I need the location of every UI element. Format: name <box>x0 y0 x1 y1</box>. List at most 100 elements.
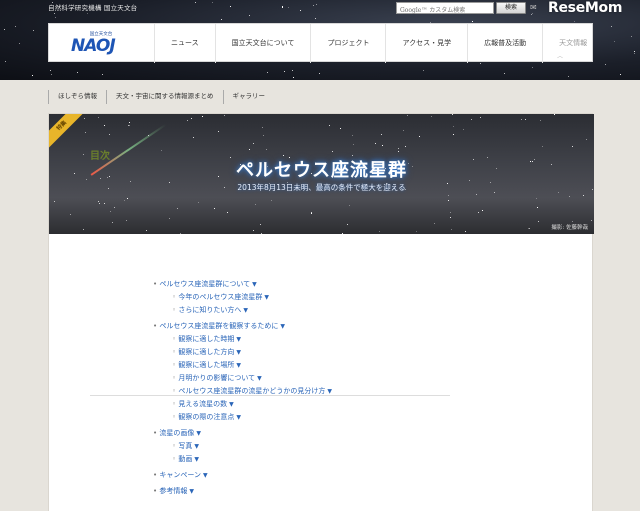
nav-item[interactable]: プロジェクト <box>310 24 385 63</box>
toc-link[interactable]: 流星の画像 <box>159 429 194 437</box>
star <box>106 176 108 178</box>
star <box>129 125 131 127</box>
star <box>83 229 85 231</box>
star <box>375 143 377 145</box>
toc-link[interactable]: 今年のペルセウス座流星群 <box>178 293 262 301</box>
star <box>55 16 57 18</box>
star <box>214 208 216 210</box>
star <box>586 138 588 140</box>
star <box>87 13 89 15</box>
toc-link[interactable]: 観察に適した場所 <box>178 361 234 369</box>
down-arrow-icon: ▼ <box>327 388 332 395</box>
star <box>477 211 479 213</box>
star <box>557 192 559 193</box>
star <box>312 5 314 7</box>
star <box>148 135 150 137</box>
star <box>329 124 331 126</box>
star <box>18 42 20 44</box>
star <box>571 221 573 223</box>
star <box>531 14 533 16</box>
mail-icon[interactable]: ✉ <box>530 4 538 12</box>
toc-link[interactable]: ペルセウス座流星群について <box>159 280 250 288</box>
down-arrow-icon: ▼ <box>264 294 269 301</box>
star <box>494 192 496 194</box>
star <box>130 180 132 182</box>
nav-item[interactable]: 広報普及活動 <box>467 24 542 63</box>
toc-link[interactable]: 動画 <box>178 455 192 463</box>
nav-item[interactable]: ニュース <box>154 24 215 63</box>
toc-link[interactable]: 見える流星の数 <box>178 400 227 408</box>
toc-item: ◦ 見える流星の数 ▼ <box>172 399 234 409</box>
down-arrow-icon: ▼ <box>194 443 199 450</box>
star <box>260 224 262 225</box>
toc-link[interactable]: さらに知りたい方へ <box>178 306 241 314</box>
toc-link[interactable]: 観察の際の注意点 <box>178 413 234 421</box>
star <box>97 117 99 119</box>
toc-item: • ペルセウス座流星群について ▼ <box>153 279 257 289</box>
down-arrow-icon: ▼ <box>243 307 248 314</box>
search-button[interactable]: 検索 <box>496 2 526 14</box>
toc-link[interactable]: 写真 <box>178 442 192 450</box>
star <box>341 185 343 187</box>
subnav-item[interactable]: 天文・宇宙に関する情報源まとめ <box>106 90 223 104</box>
star <box>539 120 541 122</box>
toc-link[interactable]: ペルセウス座流星群を観察するために <box>159 322 278 330</box>
nav-item[interactable]: 国立天文台について <box>214 24 311 63</box>
star <box>352 135 354 137</box>
star <box>218 130 220 132</box>
star <box>449 211 451 213</box>
subnav-item[interactable]: ほしぞら情報 <box>48 90 106 104</box>
toc-link[interactable]: 月明かりの影響について <box>178 374 255 382</box>
down-arrow-icon: ▼ <box>189 488 194 495</box>
down-arrow-icon: ▼ <box>257 375 262 382</box>
star <box>168 181 170 183</box>
star <box>453 125 455 127</box>
naoj-logo[interactable]: 国立天文台 NAOJ <box>71 31 135 56</box>
star <box>346 223 348 225</box>
toc-link[interactable]: 観察に適した方向 <box>178 348 234 356</box>
star <box>605 64 607 66</box>
watermark-logo: ReseMom <box>548 0 623 16</box>
star <box>476 193 478 195</box>
star <box>630 35 632 37</box>
star <box>448 200 450 202</box>
star <box>591 219 593 221</box>
star <box>218 176 220 178</box>
nav-item[interactable]: 天文情報 <box>542 24 603 63</box>
toc-link[interactable]: ペルセウス座流星群の流星かどうかの見分け方 <box>178 387 325 395</box>
search-placeholder: カスタム検索 <box>429 7 466 14</box>
star <box>193 136 195 138</box>
subnav-item[interactable]: ギャラリー <box>222 90 275 104</box>
star <box>74 172 76 174</box>
star <box>4 28 6 30</box>
toc-item: ◦ 月明かりの影響について ▼ <box>172 373 262 383</box>
toc-item: ◦ 観察に適した方向 ▼ <box>172 347 241 357</box>
star <box>619 74 621 76</box>
star <box>348 204 350 206</box>
star <box>267 165 269 167</box>
down-arrow-icon: ▼ <box>236 362 241 369</box>
star <box>583 195 585 197</box>
star <box>520 119 522 121</box>
toc-link[interactable]: キャンペーン <box>159 471 201 479</box>
toc-link[interactable]: 参考情報 <box>159 487 187 495</box>
star <box>70 214 72 216</box>
star <box>373 168 375 170</box>
divider <box>90 395 450 396</box>
star <box>160 150 162 152</box>
star <box>532 161 534 163</box>
chevron-up-icon: ︿ <box>557 53 564 60</box>
toc-link[interactable]: 観察に適した時期 <box>178 335 234 343</box>
toc-item: ◦ 観察に適した場所 ▼ <box>172 360 241 370</box>
feature-badge: 特集 <box>49 114 91 155</box>
logo-big-text: NAOJ <box>71 36 116 56</box>
star <box>403 130 405 132</box>
star <box>230 6 232 8</box>
star <box>252 142 254 144</box>
star <box>292 69 293 71</box>
search-input[interactable]: Google™ カスタム検索 <box>396 2 494 14</box>
star <box>536 206 538 208</box>
nav-item[interactable]: アクセス・見学 <box>385 24 467 63</box>
down-arrow-icon: ▼ <box>236 336 241 343</box>
star <box>572 145 574 147</box>
